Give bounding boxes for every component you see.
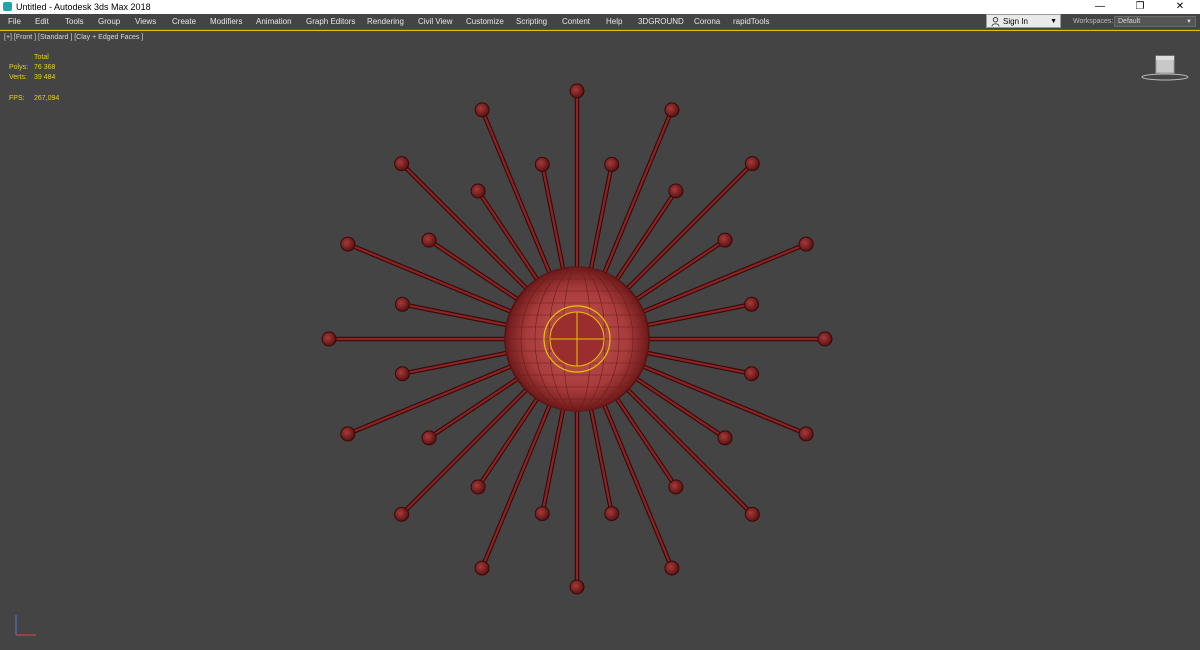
menu-scripting[interactable]: Scripting [516, 14, 547, 29]
rod-ball [470, 479, 486, 495]
close-button[interactable]: ✕ [1160, 0, 1200, 14]
rod-ball [744, 296, 760, 312]
menu-file[interactable]: File [8, 14, 21, 29]
rod-ball [798, 236, 814, 252]
polys-label: Polys: [9, 64, 29, 71]
menu-edit[interactable]: Edit [35, 14, 49, 29]
rod-ball [744, 156, 760, 172]
rod-ball [717, 232, 733, 248]
verts-value: 39 484 [34, 74, 56, 81]
menu-civil-view[interactable]: Civil View [418, 14, 453, 29]
minimize-button[interactable]: — [1080, 0, 1120, 14]
menu-tools[interactable]: Tools [65, 14, 84, 29]
restore-button[interactable]: ❐ [1120, 0, 1160, 14]
menu-corona[interactable]: Corona [694, 14, 720, 29]
rod-ball [668, 479, 684, 495]
workspaces-select[interactable]: Default ▼ [1114, 16, 1196, 27]
fps-value: 267,094 [34, 95, 60, 102]
rod-ball [340, 426, 356, 442]
menu-customize[interactable]: Customize [466, 14, 504, 29]
rod-ball [664, 560, 680, 576]
rod-ball [604, 156, 620, 172]
rod-ball [569, 83, 585, 99]
rod-ball [474, 560, 490, 576]
app-icon [3, 2, 12, 11]
rod-ball [470, 183, 486, 199]
rod-ball [474, 102, 490, 118]
rod-ball [817, 331, 833, 347]
user-icon [991, 17, 1000, 27]
menu-views[interactable]: Views [135, 14, 156, 29]
rod-ball [421, 430, 437, 446]
rod-ball [394, 366, 410, 382]
viewcube-icon[interactable] [1140, 53, 1192, 83]
menu-content[interactable]: Content [562, 14, 590, 29]
rod-ball [668, 183, 684, 199]
menu-group[interactable]: Group [98, 14, 120, 29]
chevron-down-icon: ▼ [1186, 19, 1192, 25]
viewport-label[interactable]: [+] [Front ] [Standard ] [Clay + Edged F… [4, 34, 143, 41]
stats-header: Total [34, 54, 49, 61]
axis-gizmo-icon [15, 615, 36, 636]
sign-in-label: Sign In [1003, 17, 1028, 26]
title-bar: Untitled - Autodesk 3ds Max 2018 — ❐ ✕ [0, 0, 1200, 14]
scene-mesh[interactable] [0, 31, 1200, 650]
menu-modifiers[interactable]: Modifiers [210, 14, 242, 29]
menu-animation[interactable]: Animation [256, 14, 292, 29]
sunburst-hub [504, 266, 650, 412]
menu-rendering[interactable]: Rendering [367, 14, 404, 29]
rod-ball [340, 236, 356, 252]
fps-label: FPS: [9, 95, 25, 102]
verts-label: Verts: [9, 74, 27, 81]
rod-ball [569, 579, 585, 595]
rod-ball [394, 296, 410, 312]
menu-help[interactable]: Help [606, 14, 622, 29]
rod-ball [604, 506, 620, 522]
rod-ball [744, 366, 760, 382]
rod-ball [717, 430, 733, 446]
rod-ball [798, 426, 814, 442]
menu-graph-editors[interactable]: Graph Editors [306, 14, 355, 29]
rod-ball [321, 331, 337, 347]
rod-ball [394, 156, 410, 172]
rod-ball [664, 102, 680, 118]
workspaces-value: Default [1118, 18, 1141, 25]
workspaces-label: Workspaces: [1073, 18, 1114, 25]
rod-ball [421, 232, 437, 248]
rod-ball [534, 506, 550, 522]
menu-rapidtools[interactable]: rapidTools [733, 14, 769, 29]
window-title: Untitled - Autodesk 3ds Max 2018 [16, 2, 151, 12]
menu-create[interactable]: Create [172, 14, 196, 29]
chevron-down-icon: ▼ [1050, 18, 1057, 25]
menu-3dground[interactable]: 3DGROUND [638, 14, 684, 29]
rod-ball [394, 506, 410, 522]
rod-ball [744, 506, 760, 522]
sign-in-dropdown[interactable]: Sign In ▼ [986, 14, 1061, 28]
rod-ball [534, 156, 550, 172]
polys-value: 76 368 [34, 64, 56, 71]
front-viewport[interactable]: [+] [Front ] [Standard ] [Clay + Edged F… [0, 30, 1200, 650]
